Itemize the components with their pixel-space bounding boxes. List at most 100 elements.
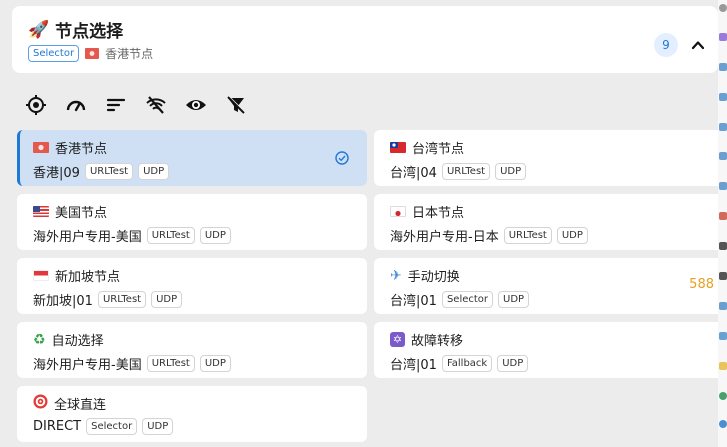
udp-tag: UDP xyxy=(497,355,529,372)
proxy-current: 香港|09 xyxy=(33,166,80,181)
group-header[interactable]: 🚀 节点选择 Selector 香港节点 9 xyxy=(12,6,718,73)
proxy-name-row: 美国节点 xyxy=(33,202,107,221)
rocket-icon: 🚀 xyxy=(28,19,50,40)
proxy-type-tag: URLTest xyxy=(441,163,491,180)
udp-tag: UDP xyxy=(151,291,183,308)
target-icon xyxy=(33,394,48,413)
blue-u-icon[interactable] xyxy=(719,123,727,131)
proxy-detail-row: DIRECT Selector UDP xyxy=(33,418,174,435)
proxy-type-tag: Selector xyxy=(86,418,138,435)
proxy-current: 海外用户专用-美国 xyxy=(33,230,142,245)
speed-test-icon[interactable] xyxy=(64,93,88,117)
proxy-type-tag: URLTest xyxy=(97,291,147,308)
filter-off-icon[interactable] xyxy=(224,93,248,117)
proxy-current: 海外用户专用-日本 xyxy=(390,230,499,245)
group-toolbar xyxy=(24,93,248,117)
camera-icon[interactable] xyxy=(719,242,727,250)
tv-icon[interactable] xyxy=(719,332,727,340)
proxy-type-tag: URLTest xyxy=(503,227,552,244)
proxy-detail-row: 海外用户专用-美国 URLTest UDP xyxy=(33,226,231,245)
hide-unavailable-icon[interactable] xyxy=(144,93,168,117)
proxy-card-global-direct[interactable]: 全球直连 DIRECT Selector UDP xyxy=(17,386,367,442)
singapore-flag-icon xyxy=(33,270,49,281)
proxy-detail-row: 香港|09 URLTest UDP xyxy=(33,162,170,181)
rocket-icon[interactable] xyxy=(719,212,727,220)
udp-tag: UDP xyxy=(199,355,231,372)
proxy-current: 台湾|04 xyxy=(390,166,437,181)
purple-group-icon[interactable] xyxy=(719,33,727,41)
proxy-card-fallback[interactable]: ✡ 故障转移 台湾|01 Fallback UDP xyxy=(374,322,724,378)
group-subtitle: Selector 香港节点 xyxy=(28,45,153,62)
blue-t-icon[interactable] xyxy=(719,93,727,101)
proxy-detail-row: 台湾|01 Fallback UDP xyxy=(390,354,529,373)
star-of-david-icon: ✡ xyxy=(390,332,405,347)
proxy-card-japan[interactable]: 日本节点 海外用户专用-日本 URLTest UDP xyxy=(374,194,724,250)
proxy-card-usa[interactable]: 美国节点 海外用户专用-美国 URLTest UDP xyxy=(17,194,367,250)
proxy-name: 台湾节点 xyxy=(412,142,465,157)
proxy-name-row: ✡ 故障转移 xyxy=(390,330,463,349)
udp-tag: UDP xyxy=(498,291,530,308)
usa-flag-icon xyxy=(33,206,49,217)
star-icon[interactable] xyxy=(719,362,727,370)
proxy-name-row: 台湾节点 xyxy=(390,138,464,157)
group-type-tag: Selector xyxy=(28,45,80,62)
udp-tag: UDP xyxy=(142,418,174,435)
right-edge-strip xyxy=(718,0,727,447)
proxy-detail-row: 台湾|01 Selector UDP xyxy=(390,290,530,309)
proxy-name: 日本节点 xyxy=(412,206,465,221)
proxy-card-singapore[interactable]: 新加坡节点 新加坡|01 URLTest UDP xyxy=(17,258,367,314)
proxy-type-tag: URLTest xyxy=(146,227,195,244)
blue-s-icon[interactable] xyxy=(719,182,727,190)
proxy-current: 台湾|01 xyxy=(390,358,437,373)
udp-tag: UDP xyxy=(556,227,588,244)
proxy-card-hong-kong[interactable]: 香港节点 香港|09 URLTest UDP xyxy=(17,130,367,186)
video-icon[interactable] xyxy=(719,272,727,280)
locate-icon[interactable] xyxy=(24,93,48,117)
proxy-card-taiwan[interactable]: 台湾节点 台湾|04 URLTest UDP xyxy=(374,130,724,186)
udp-tag: UDP xyxy=(138,163,170,180)
tv-icon[interactable] xyxy=(719,302,727,310)
globe-icon[interactable] xyxy=(719,392,727,400)
gear-icon[interactable] xyxy=(719,4,727,12)
proxy-type-tag: Fallback xyxy=(441,355,493,372)
latency-value[interactable]: 588 xyxy=(689,277,714,292)
proxy-card-manual-switch[interactable]: ✈ 手动切换 台湾|01 Selector UDP 588 xyxy=(374,258,724,314)
show-icon[interactable] xyxy=(184,93,208,117)
proxy-type-tag: URLTest xyxy=(84,163,134,180)
proxy-name-row: ✈ 手动切换 xyxy=(390,266,460,286)
proxy-name-row: 全球直连 xyxy=(33,394,106,413)
selected-check-icon xyxy=(335,150,349,165)
collapse-chevron-up-icon[interactable] xyxy=(688,35,708,55)
japan-flag-icon xyxy=(390,206,406,217)
proxy-name: 全球直连 xyxy=(54,398,107,413)
proxy-detail-row: 海外用户专用-日本 URLTest UDP xyxy=(390,226,588,245)
proxy-name: 美国节点 xyxy=(55,206,108,221)
group-title: 🚀 节点选择 xyxy=(28,17,124,43)
proxy-name-row: 新加坡节点 xyxy=(33,266,120,285)
proxy-name: 故障转移 xyxy=(411,334,464,349)
proxy-name: 新加坡节点 xyxy=(55,270,121,285)
udp-tag: UDP xyxy=(495,163,527,180)
proxy-current: 新加坡|01 xyxy=(33,294,93,309)
proxy-name: 香港节点 xyxy=(55,142,108,157)
proxy-detail-row: 台湾|04 URLTest UDP xyxy=(390,162,527,181)
proxy-current: 海外用户专用-美国 xyxy=(33,358,142,373)
group-current-proxy: 香港节点 xyxy=(105,47,154,61)
globe-icon[interactable] xyxy=(719,420,727,428)
hong-kong-flag-icon xyxy=(85,48,100,59)
blue-j-icon[interactable] xyxy=(719,152,727,160)
proxy-card-auto-select[interactable]: ♻ 自动选择 海外用户专用-美国 URLTest UDP xyxy=(17,322,367,378)
proxy-detail-row: 新加坡|01 URLTest UDP xyxy=(33,290,183,309)
proxy-current: DIRECT xyxy=(33,419,82,434)
udp-tag: UDP xyxy=(199,227,231,244)
hong-kong-flag-icon xyxy=(33,142,49,153)
proxy-name-row: 香港节点 xyxy=(33,138,107,157)
blue-h-icon[interactable] xyxy=(719,63,727,71)
proxy-type-tag: URLTest xyxy=(146,355,195,372)
airplane-icon: ✈ xyxy=(390,267,402,284)
proxy-name: 自动选择 xyxy=(51,334,104,349)
proxy-name-row: ♻ 自动选择 xyxy=(33,330,104,350)
proxy-type-tag: Selector xyxy=(441,291,494,308)
group-title-text: 节点选择 xyxy=(55,22,124,42)
sort-icon[interactable] xyxy=(104,93,128,117)
